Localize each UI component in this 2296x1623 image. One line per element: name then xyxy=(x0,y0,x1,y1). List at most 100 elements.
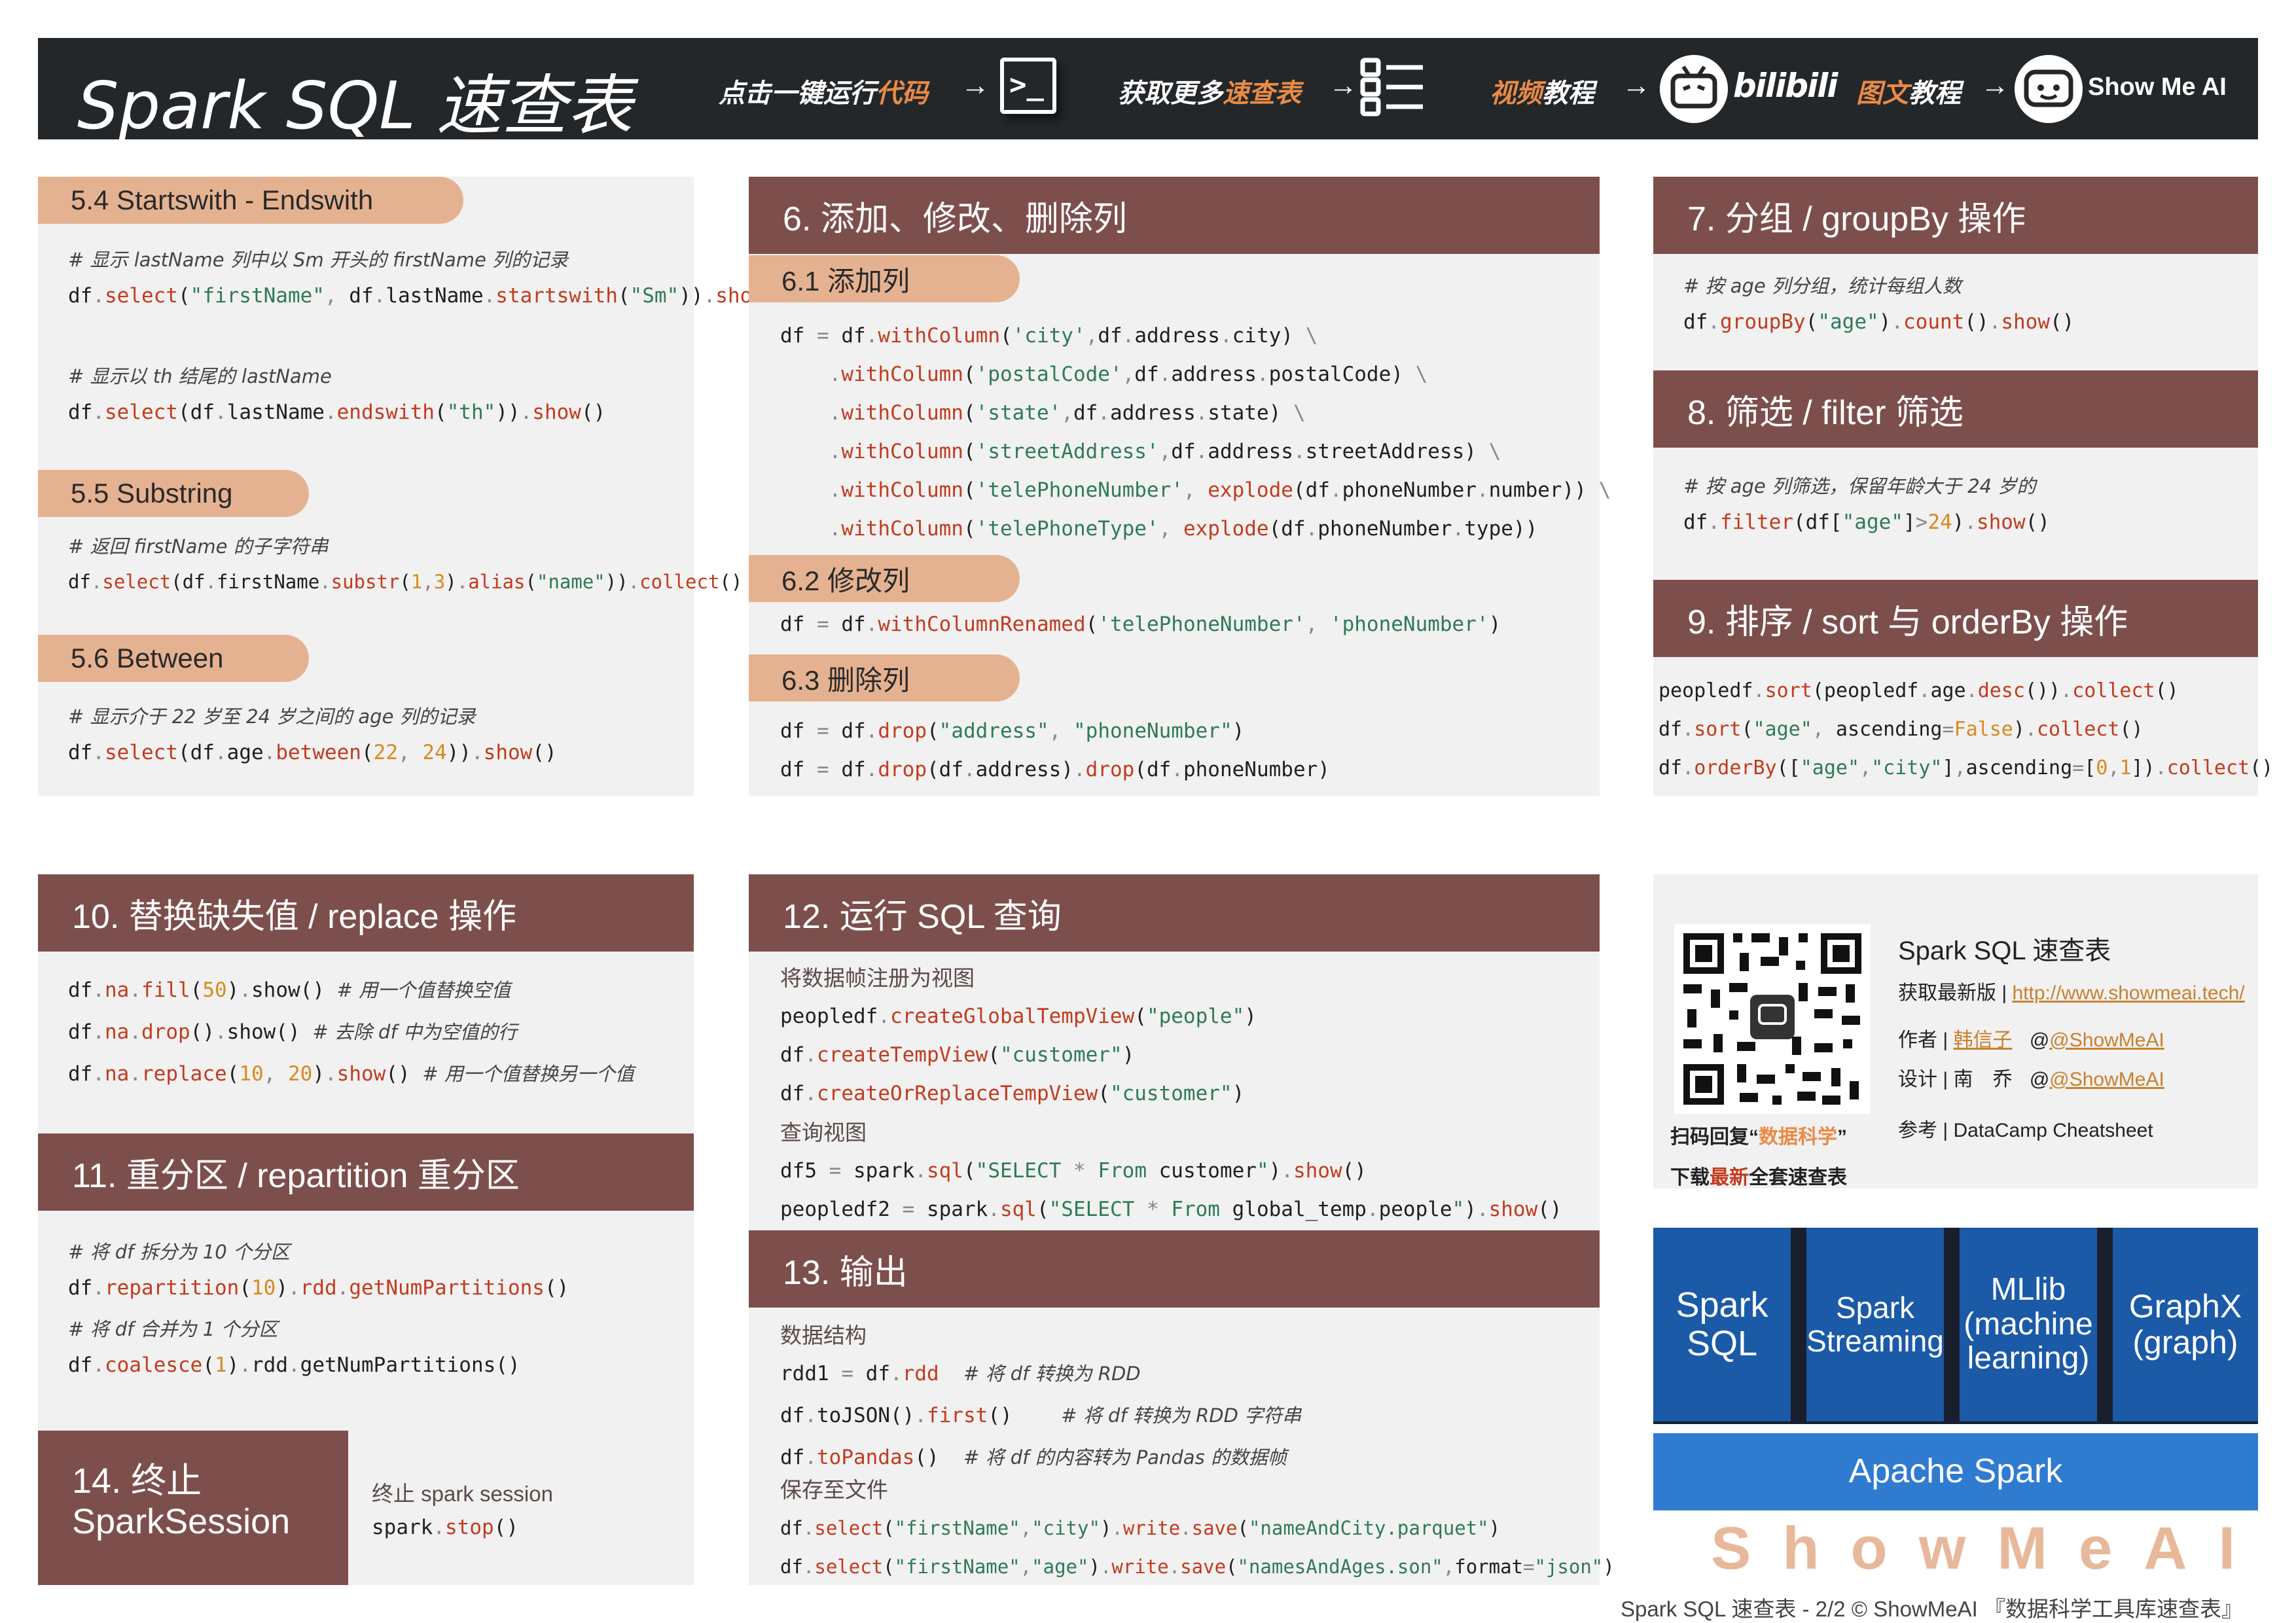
code-line: df.coalesce(1).rdd.getNumPartitions() xyxy=(68,1353,520,1377)
section-10-title: 10. 替换缺失值 / replace 操作 xyxy=(38,874,694,952)
footer-text: Spark SQL 速查表 - 2/2 © ShowMeAI 『数据科学工具库速… xyxy=(1621,1597,2243,1621)
code-line: df.repartition(10).rdd.getNumPartitions(… xyxy=(68,1276,569,1300)
article-tutorial-text: 教程 xyxy=(1909,79,1961,108)
apache-spark-base: Apache Spark xyxy=(1653,1433,2258,1510)
code-comment: # 将 df 的内容转为 Pandas 的数据帧 xyxy=(963,1446,1287,1469)
arrow-icon: → xyxy=(961,69,990,101)
more-sheets-highlight: 速查表 xyxy=(1223,79,1301,108)
code-comment: # 显示介于 22 岁至 24 岁之间的 age 列的记录 xyxy=(68,705,476,728)
video-tutorial-highlight: 视频 xyxy=(1490,79,1542,108)
code-line: spark.stop() xyxy=(372,1516,518,1539)
scan-hint-text: 扫码回复“ xyxy=(1670,1126,1759,1148)
download-hint-keyword: 最新 xyxy=(1710,1167,1749,1188)
scan-hint-quote: ” xyxy=(1837,1126,1847,1148)
latest-version-link[interactable]: http://www.showmeai.tech/ xyxy=(2012,982,2244,1004)
more-sheets-text: 获取更多 xyxy=(1118,79,1223,108)
section-11-title: 11. 重分区 / repartition 重分区 xyxy=(38,1133,694,1211)
code-block: df.na.fill(50).show() # 用一个值替换空值 df.na.d… xyxy=(68,978,634,1086)
reference-label: 参考 | xyxy=(1898,1120,1948,1141)
design-handle-link[interactable]: @ShowMeAI xyxy=(2049,1069,2164,1090)
code-label: 终止 spark session xyxy=(372,1482,553,1506)
design-label: 设计 | 南 乔 xyxy=(1898,1069,2013,1090)
code-comment: # 将 df 转换为 RDD 字符串 xyxy=(1061,1404,1302,1427)
code-label: 保存至文件 xyxy=(780,1478,888,1502)
video-tutorial-text: 教程 xyxy=(1542,79,1594,108)
code-line: df.select(df.age.between(22, 24)).show() xyxy=(68,741,557,764)
section-6-2-title: 6.2 修改列 xyxy=(749,555,1020,602)
code-comment: # 将 df 转换为 RDD xyxy=(963,1363,1141,1385)
module-spark-sql: Spark SQL xyxy=(1653,1228,1791,1421)
author-link[interactable]: 韩信子 xyxy=(1953,1029,2012,1051)
code-comment: # 将 df 拆分为 10 个分区 xyxy=(68,1241,290,1263)
module-line: SQL xyxy=(1686,1324,1758,1363)
video-tutorial-link[interactable]: 视频教程 xyxy=(1490,72,1594,110)
code-label: 查询视图 xyxy=(780,1120,867,1145)
section-13-title: 13. 输出 xyxy=(749,1230,1600,1308)
code-comment: # 显示以 th 结尾的 lastName xyxy=(68,365,332,387)
more-sheets-link[interactable]: 获取更多速查表 xyxy=(1118,72,1301,110)
code-line: df.filter(df["age"]>24).show() xyxy=(1683,510,2050,534)
module-line: Spark xyxy=(1835,1291,1915,1325)
run-code-highlight: 代码 xyxy=(876,79,928,108)
section-14-title-line2: SparkSession xyxy=(72,1502,291,1541)
download-hint-suffix: 全套速查表 xyxy=(1749,1167,1847,1188)
code-label: 数据结构 xyxy=(780,1323,867,1347)
author-handle-link[interactable]: @ShowMeAI xyxy=(2049,1029,2164,1051)
author-label: 作者 | xyxy=(1898,1029,1948,1051)
code-block: df5 = spark.sql("SELECT * From customer"… xyxy=(780,1159,1562,1221)
section-6-title: 6. 添加、修改、删除列 xyxy=(749,177,1600,254)
section-5-5-title: 5.5 Substring xyxy=(38,470,309,517)
arrow-icon: → xyxy=(1981,69,2009,101)
module-line: Spark xyxy=(1676,1285,1768,1325)
module-graphx: GraphX (graph) xyxy=(2113,1228,2258,1421)
code-line: df.select("firstName", df.lastName.start… xyxy=(68,284,789,308)
module-line: Streaming xyxy=(1806,1324,1944,1358)
bilibili-logo: bilibili xyxy=(1733,67,1838,105)
reference-value: DataCamp Cheatsheet xyxy=(1953,1120,2153,1141)
code-block: df = df.drop("address", "phoneNumber") d… xyxy=(780,719,1330,781)
code-comment: # 去除 df 中为空值的行 xyxy=(312,1021,517,1043)
download-hint: 下载最新全套速查表 xyxy=(1670,1161,1847,1190)
module-line: (graph) xyxy=(2132,1324,2238,1361)
code-comment: # 按 age 列分组，统计每组人数 xyxy=(1683,275,1962,297)
run-code-link[interactable]: 点击一键运行代码 xyxy=(719,72,928,110)
latest-version-row: 获取最新版 | http://www.showmeai.tech/ xyxy=(1898,976,2245,1005)
showmeai-icon[interactable] xyxy=(2015,55,2083,123)
info-title: Spark SQL 速查表 xyxy=(1898,936,2111,965)
terminal-icon[interactable]: >_ xyxy=(1000,58,1056,114)
section-5-4-title: 5.4 Startswith - Endswith xyxy=(38,177,463,224)
article-tutorial-highlight: 图文 xyxy=(1856,79,1909,108)
code-block: df = df.withColumn('city',df.address.cit… xyxy=(780,324,1611,541)
code-comment: # 将 df 合并为 1 个分区 xyxy=(68,1318,278,1340)
code-block: peopledf.createGlobalTempView("people") … xyxy=(780,1005,1257,1105)
qr-code-icon[interactable] xyxy=(1674,924,1871,1114)
bilibili-icon[interactable] xyxy=(1660,55,1728,123)
latest-version-label: 获取最新版 | xyxy=(1898,982,2007,1004)
showmeai-logo: Show Me AI xyxy=(2088,73,2227,101)
code-comment: # 返回 firstName 的子字符串 xyxy=(68,535,329,558)
module-line: learning) xyxy=(1967,1341,2090,1376)
section-12-title: 12. 运行 SQL 查询 xyxy=(749,874,1600,952)
section-14-title: 14. 终止 SparkSession xyxy=(38,1431,348,1585)
header-bar: Spark SQL 速查表 点击一键运行代码 → >_ 获取更多速查表 → 视频… xyxy=(38,38,2258,144)
article-tutorial-link[interactable]: 图文教程 xyxy=(1856,72,1961,110)
download-hint-text: 下载 xyxy=(1670,1167,1710,1188)
code-comment: # 用一个值替换空值 xyxy=(336,979,511,1001)
section-14-title-line1: 14. 终止 xyxy=(72,1461,202,1501)
list-icon[interactable] xyxy=(1360,58,1426,116)
section-6-3-title: 6.3 删除列 xyxy=(749,654,1020,702)
arrow-icon: → xyxy=(1329,69,1357,101)
run-code-text: 点击一键运行 xyxy=(719,79,876,108)
code-label: 将数据帧注册为视图 xyxy=(780,966,975,990)
code-block: peopledf.sort(peopledf.age.desc()).colle… xyxy=(1659,679,2274,779)
section-9-title: 9. 排序 / sort 与 orderBy 操作 xyxy=(1653,580,2258,657)
reference-row: 参考 | DataCamp Cheatsheet xyxy=(1898,1114,2153,1143)
showmeai-watermark: ShowMeAI xyxy=(1711,1515,2267,1582)
module-mllib: MLlib (machine learning) xyxy=(1960,1228,2097,1421)
scan-hint: 扫码回复“数据科学” xyxy=(1670,1120,1847,1149)
section-7-title: 7. 分组 / groupBy 操作 xyxy=(1653,177,2258,254)
module-spark-streaming: Spark Streaming xyxy=(1806,1228,1944,1421)
code-comment: # 按 age 列筛选，保留年龄大于 24 岁的 xyxy=(1683,475,2036,497)
code-line: df = df.withColumnRenamed('telePhoneNumb… xyxy=(780,613,1501,636)
code-line: df.select(df.firstName.substr(1,3).alias… xyxy=(68,571,743,593)
